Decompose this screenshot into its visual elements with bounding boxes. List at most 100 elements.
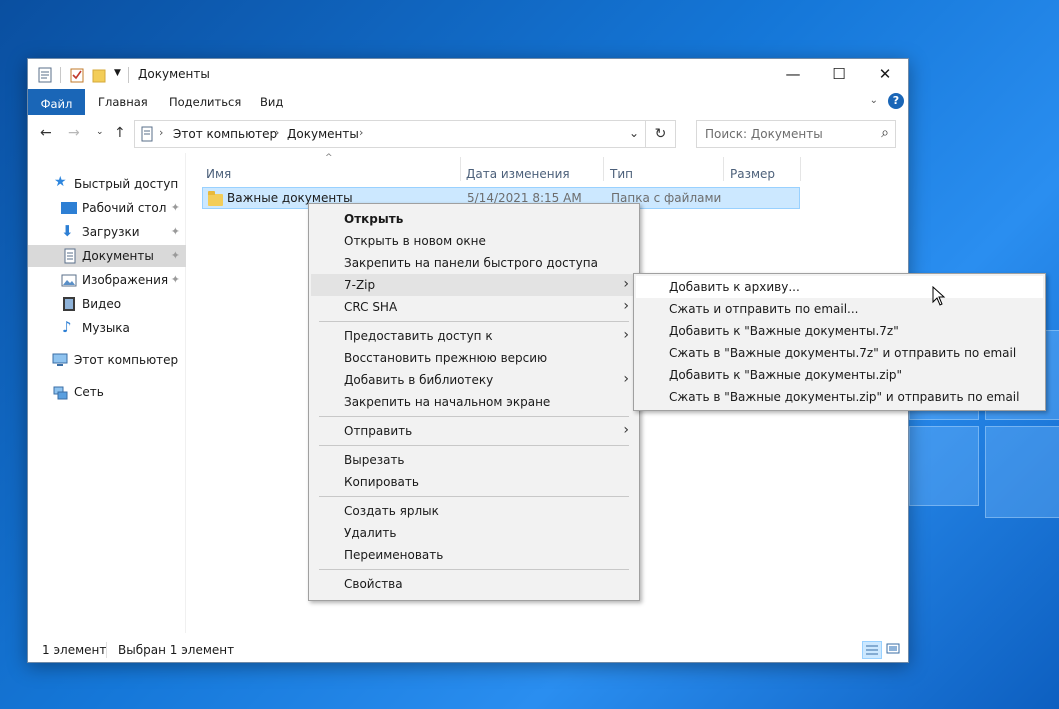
- menu-item-restore-version[interactable]: Восстановить прежнюю версию: [311, 347, 637, 369]
- menu-item-label: Сжать и отправить по email...: [669, 302, 859, 316]
- column-header-size[interactable]: Размер: [730, 167, 775, 181]
- sort-ascending-icon: ^: [325, 153, 333, 163]
- menu-item-label: Сжать в "Важные документы.zip" и отправи…: [669, 390, 1020, 404]
- sidebar-item-pictures[interactable]: Изображения ✦: [28, 269, 186, 291]
- qa-dropdown-icon[interactable]: ▼: [114, 68, 121, 78]
- menu-item-label: Вырезать: [344, 453, 405, 467]
- up-arrow-icon[interactable]: ↑: [114, 125, 126, 141]
- menu-item-cut[interactable]: Вырезать: [311, 449, 637, 471]
- menu-item-label: Копировать: [344, 475, 419, 489]
- forward-arrow-icon[interactable]: →: [68, 125, 80, 141]
- pin-icon[interactable]: ✦: [171, 201, 180, 214]
- help-button[interactable]: ?: [888, 93, 904, 109]
- menu-item-label: Восстановить прежнюю версию: [344, 351, 548, 365]
- menu-item-crc-sha[interactable]: CRC SHA ›: [311, 296, 637, 318]
- recent-locations-icon[interactable]: ⌄: [96, 127, 104, 137]
- breadcrumb-documents[interactable]: Документы: [287, 127, 359, 141]
- search-icon[interactable]: ⌕: [881, 125, 889, 141]
- tab-home[interactable]: Главная: [98, 93, 148, 111]
- tab-view[interactable]: Вид: [260, 93, 283, 111]
- properties-icon[interactable]: [38, 67, 52, 83]
- menu-item-label: Добавить к "Важные документы.zip": [669, 368, 903, 382]
- menu-item-pin-quick-access[interactable]: Закрепить на панели быстрого доступа: [311, 252, 637, 274]
- sidebar-item-documents[interactable]: Документы ✦: [28, 245, 186, 267]
- pin-icon[interactable]: ✦: [171, 249, 180, 262]
- sidebar-item-network[interactable]: Сеть: [28, 381, 186, 403]
- document-icon: [141, 126, 153, 142]
- tab-file[interactable]: Файл: [28, 89, 85, 115]
- menu-item-create-shortcut[interactable]: Создать ярлык: [311, 500, 637, 522]
- sidebar-item-label: Видео: [82, 297, 122, 311]
- menu-item-open-new-window[interactable]: Открыть в новом окне: [311, 230, 637, 252]
- breadcrumb-chevron-icon[interactable]: ›: [359, 126, 363, 139]
- breadcrumb-chevron-icon[interactable]: ›: [275, 126, 279, 139]
- qa-divider: [60, 67, 61, 83]
- network-icon: [53, 386, 68, 400]
- column-divider[interactable]: [603, 157, 604, 181]
- download-icon: ⬇: [61, 222, 74, 240]
- maximize-button[interactable]: ☐: [816, 59, 862, 89]
- menu-item-add-7z[interactable]: Добавить к "Важные документы.7z": [636, 320, 1043, 342]
- desktop-icon: [61, 202, 77, 214]
- menu-item-add-to-archive[interactable]: Добавить к архиву...: [636, 276, 1043, 298]
- submenu-arrow-icon: ›: [623, 327, 629, 343]
- title-bar: ▼ Документы — ☐ ✕: [28, 59, 908, 89]
- pin-icon[interactable]: ✦: [171, 273, 180, 286]
- music-icon: ♪: [62, 318, 72, 336]
- menu-item-rename[interactable]: Переименовать: [311, 544, 637, 566]
- details-view-icon[interactable]: [862, 641, 882, 659]
- checklist-icon[interactable]: [70, 67, 84, 83]
- address-bar[interactable]: › Этот компьютер › Документы › ⌄ ↻: [134, 120, 676, 148]
- minimize-button[interactable]: —: [770, 59, 816, 89]
- menu-item-pin-start[interactable]: Закрепить на начальном экране: [311, 391, 637, 413]
- new-folder-icon[interactable]: [92, 67, 106, 83]
- column-header-type[interactable]: Тип: [610, 167, 633, 181]
- sidebar-item-downloads[interactable]: ⬇ Загрузки ✦: [28, 221, 186, 243]
- pictures-icon: [61, 274, 77, 287]
- search-placeholder[interactable]: Поиск: Документы: [705, 127, 823, 141]
- column-header-date[interactable]: Дата изменения: [466, 167, 570, 181]
- menu-item-give-access[interactable]: Предоставить доступ к ›: [311, 325, 637, 347]
- video-icon: [63, 297, 75, 311]
- menu-item-open[interactable]: Открыть: [311, 208, 637, 230]
- column-header-name[interactable]: Имя: [206, 167, 231, 181]
- close-button[interactable]: ✕: [862, 59, 908, 89]
- address-dropdown-icon[interactable]: ⌄: [629, 126, 639, 140]
- menu-item-compress-email[interactable]: Сжать и отправить по email...: [636, 298, 1043, 320]
- navigation-pane: ★ Быстрый доступ Рабочий стол ✦ ⬇ Загруз…: [28, 153, 186, 633]
- breadcrumb-this-pc[interactable]: Этот компьютер: [173, 127, 277, 141]
- tab-share[interactable]: Поделиться: [169, 93, 241, 111]
- document-icon: [64, 248, 76, 264]
- back-arrow-icon[interactable]: ←: [40, 125, 52, 141]
- sidebar-item-label: Изображения: [82, 273, 169, 287]
- menu-item-properties[interactable]: Свойства: [311, 573, 637, 595]
- sidebar-item-video[interactable]: Видео: [28, 293, 186, 315]
- search-box[interactable]: Поиск: Документы ⌕: [696, 120, 896, 148]
- menu-item-add-zip[interactable]: Добавить к "Важные документы.zip": [636, 364, 1043, 386]
- menu-item-add-library[interactable]: Добавить в библиотеку ›: [311, 369, 637, 391]
- menu-item-delete[interactable]: Удалить: [311, 522, 637, 544]
- menu-item-compress-zip-email[interactable]: Сжать в "Важные документы.zip" и отправи…: [636, 386, 1043, 408]
- sidebar-item-label: Быстрый доступ: [74, 177, 179, 191]
- column-divider[interactable]: [723, 157, 724, 181]
- sidebar-item-desktop[interactable]: Рабочий стол ✦: [28, 197, 186, 219]
- sidebar-item-quick-access[interactable]: ★ Быстрый доступ: [28, 173, 186, 195]
- menu-item-label: Сжать в "Важные документы.7z" и отправит…: [669, 346, 1017, 360]
- menu-item-label: Открыть: [344, 212, 404, 226]
- column-divider[interactable]: [800, 157, 801, 181]
- sidebar-item-this-pc[interactable]: Этот компьютер: [28, 349, 186, 371]
- breadcrumb-chevron-icon[interactable]: ›: [159, 126, 163, 139]
- menu-item-7zip[interactable]: 7-Zip ›: [311, 274, 637, 296]
- column-divider[interactable]: [460, 157, 461, 181]
- menu-item-label: Создать ярлык: [344, 504, 439, 518]
- menu-item-copy[interactable]: Копировать: [311, 471, 637, 493]
- menu-item-compress-7z-email[interactable]: Сжать в "Важные документы.7z" и отправит…: [636, 342, 1043, 364]
- menu-item-send-to[interactable]: Отправить ›: [311, 420, 637, 442]
- chevron-down-icon[interactable]: ⌄: [870, 95, 878, 106]
- folder-icon: [208, 191, 223, 206]
- mouse-cursor-icon: [932, 286, 946, 306]
- sidebar-item-music[interactable]: ♪ Музыка: [28, 317, 186, 339]
- pin-icon[interactable]: ✦: [171, 225, 180, 238]
- refresh-button[interactable]: ↻: [645, 121, 675, 147]
- large-icons-view-icon[interactable]: [884, 641, 904, 659]
